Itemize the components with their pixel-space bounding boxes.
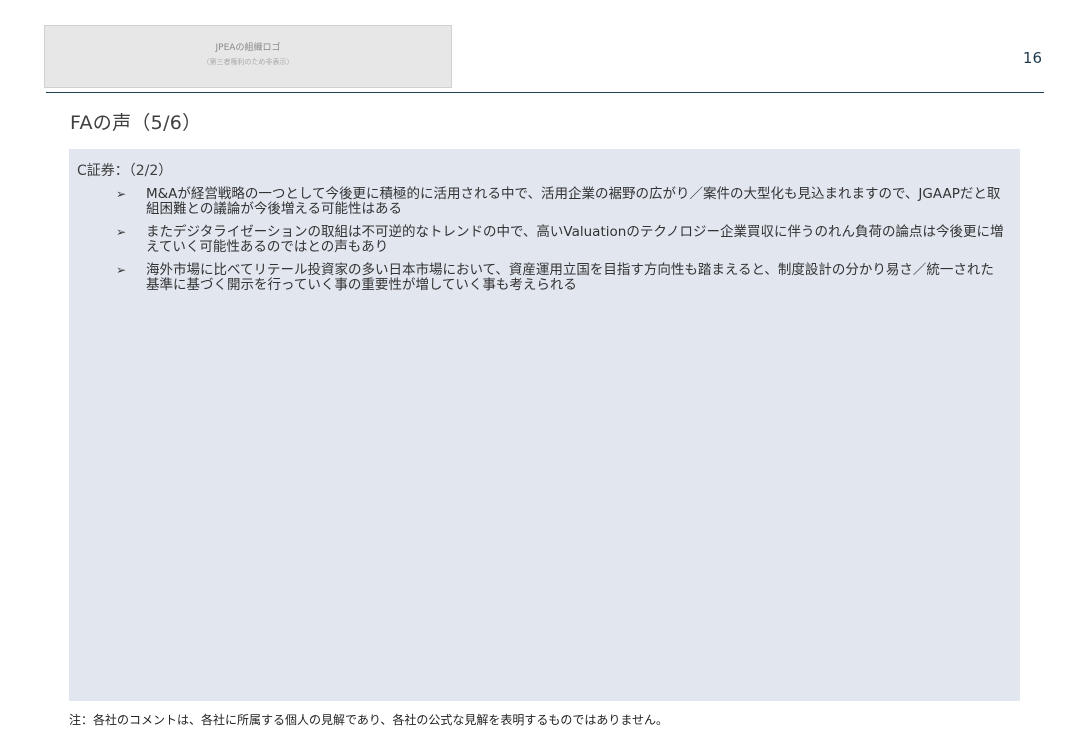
content-panel: C証券：（2/2） ➢ M&Aが経営戦略の一つとして今後更に積極的に活用される中… xyxy=(69,149,1020,701)
section-heading: C証券：（2/2） xyxy=(77,163,173,179)
header-divider xyxy=(46,92,1044,93)
logo-placeholder-note: （第三者権利のため非表示） xyxy=(202,58,294,66)
list-item: ➢ 海外市場に比べてリテール投資家の多い日本市場において、資産運用立国を目指す方… xyxy=(69,263,1020,293)
arrow-bullet-icon: ➢ xyxy=(116,263,127,277)
logo-placeholder-title: JPEAの組織ロゴ xyxy=(215,43,281,53)
list-item: ➢ またデジタライゼーションの取組は不可逆的なトレンドの中で、高いValuati… xyxy=(69,225,1020,255)
bullet-text: 海外市場に比べてリテール投資家の多い日本市場において、資産運用立国を目指す方向性… xyxy=(146,262,994,293)
list-item: ➢ M&Aが経営戦略の一つとして今後更に積極的に活用される中で、活用企業の裾野の… xyxy=(69,187,1020,217)
bullet-text: またデジタライゼーションの取組は不可逆的なトレンドの中で、高いValuation… xyxy=(146,224,1004,255)
bullet-list: ➢ M&Aが経営戦略の一つとして今後更に積極的に活用される中で、活用企業の裾野の… xyxy=(69,187,1020,301)
page-title: FAの声（5/6） xyxy=(70,112,202,134)
arrow-bullet-icon: ➢ xyxy=(116,225,127,239)
footnote: 注：各社のコメントは、各社に所属する個人の見解であり、各社の公式な見解を表明する… xyxy=(69,713,669,727)
arrow-bullet-icon: ➢ xyxy=(116,187,127,201)
organization-logo-placeholder: JPEAの組織ロゴ （第三者権利のため非表示） xyxy=(44,25,452,88)
page-number: 16 xyxy=(1022,49,1042,67)
bullet-text: M&Aが経営戦略の一つとして今後更に積極的に活用される中で、活用企業の裾野の広が… xyxy=(146,186,1001,217)
